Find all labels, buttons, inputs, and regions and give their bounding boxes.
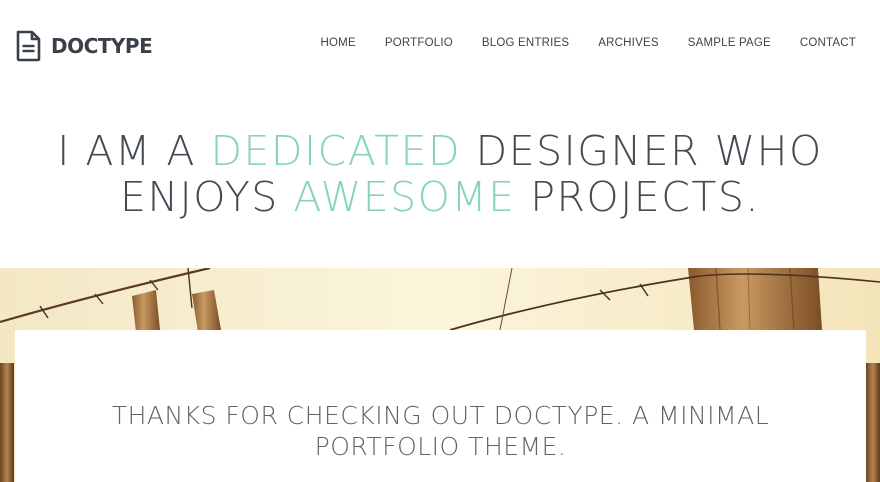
hero-text: PROJECTS. xyxy=(515,173,760,221)
main-nav: HOME PORTFOLIO BLOG ENTRIES ARCHIVES SAM… xyxy=(321,37,856,49)
intro-line-2: PORTFOLIO THEME. xyxy=(314,432,567,461)
hero-heading: I AM A DEDICATED DESIGNER WHO ENJOYS AWE… xyxy=(0,128,880,220)
site-logo[interactable]: DOCTYPE xyxy=(15,30,153,62)
hero-accent-word: AWESOME xyxy=(293,173,516,221)
nav-item-sample-page[interactable]: SAMPLE PAGE xyxy=(688,37,771,49)
document-icon xyxy=(16,30,41,62)
hero-accent-word: DEDICATED xyxy=(210,127,462,175)
nav-item-blog-entries[interactable]: BLOG ENTRIES xyxy=(482,37,569,49)
hero-text: DESIGNER WHO xyxy=(461,127,823,175)
intro-card: THANKS FOR CHECKING OUT DOCTYPE. A MINIM… xyxy=(15,330,866,482)
hero-line-2: ENJOYS AWESOME PROJECTS. xyxy=(0,174,880,220)
hero-text: ENJOYS xyxy=(120,173,294,221)
intro-text: THANKS FOR CHECKING OUT DOCTYPE. A MINIM… xyxy=(15,400,866,462)
hero-line-1: I AM A DEDICATED DESIGNER WHO xyxy=(0,128,880,174)
site-title: DOCTYPE xyxy=(51,34,153,58)
nav-item-portfolio[interactable]: PORTFOLIO xyxy=(385,37,453,49)
hero-text: I AM A xyxy=(57,127,211,175)
nav-item-contact[interactable]: CONTACT xyxy=(800,37,856,49)
intro-line-1: THANKS FOR CHECKING OUT DOCTYPE. A MINIM… xyxy=(111,401,770,430)
site-header: DOCTYPE HOME PORTFOLIO BLOG ENTRIES ARCH… xyxy=(0,0,880,90)
nav-item-archives[interactable]: ARCHIVES xyxy=(598,37,658,49)
nav-item-home[interactable]: HOME xyxy=(321,37,356,49)
